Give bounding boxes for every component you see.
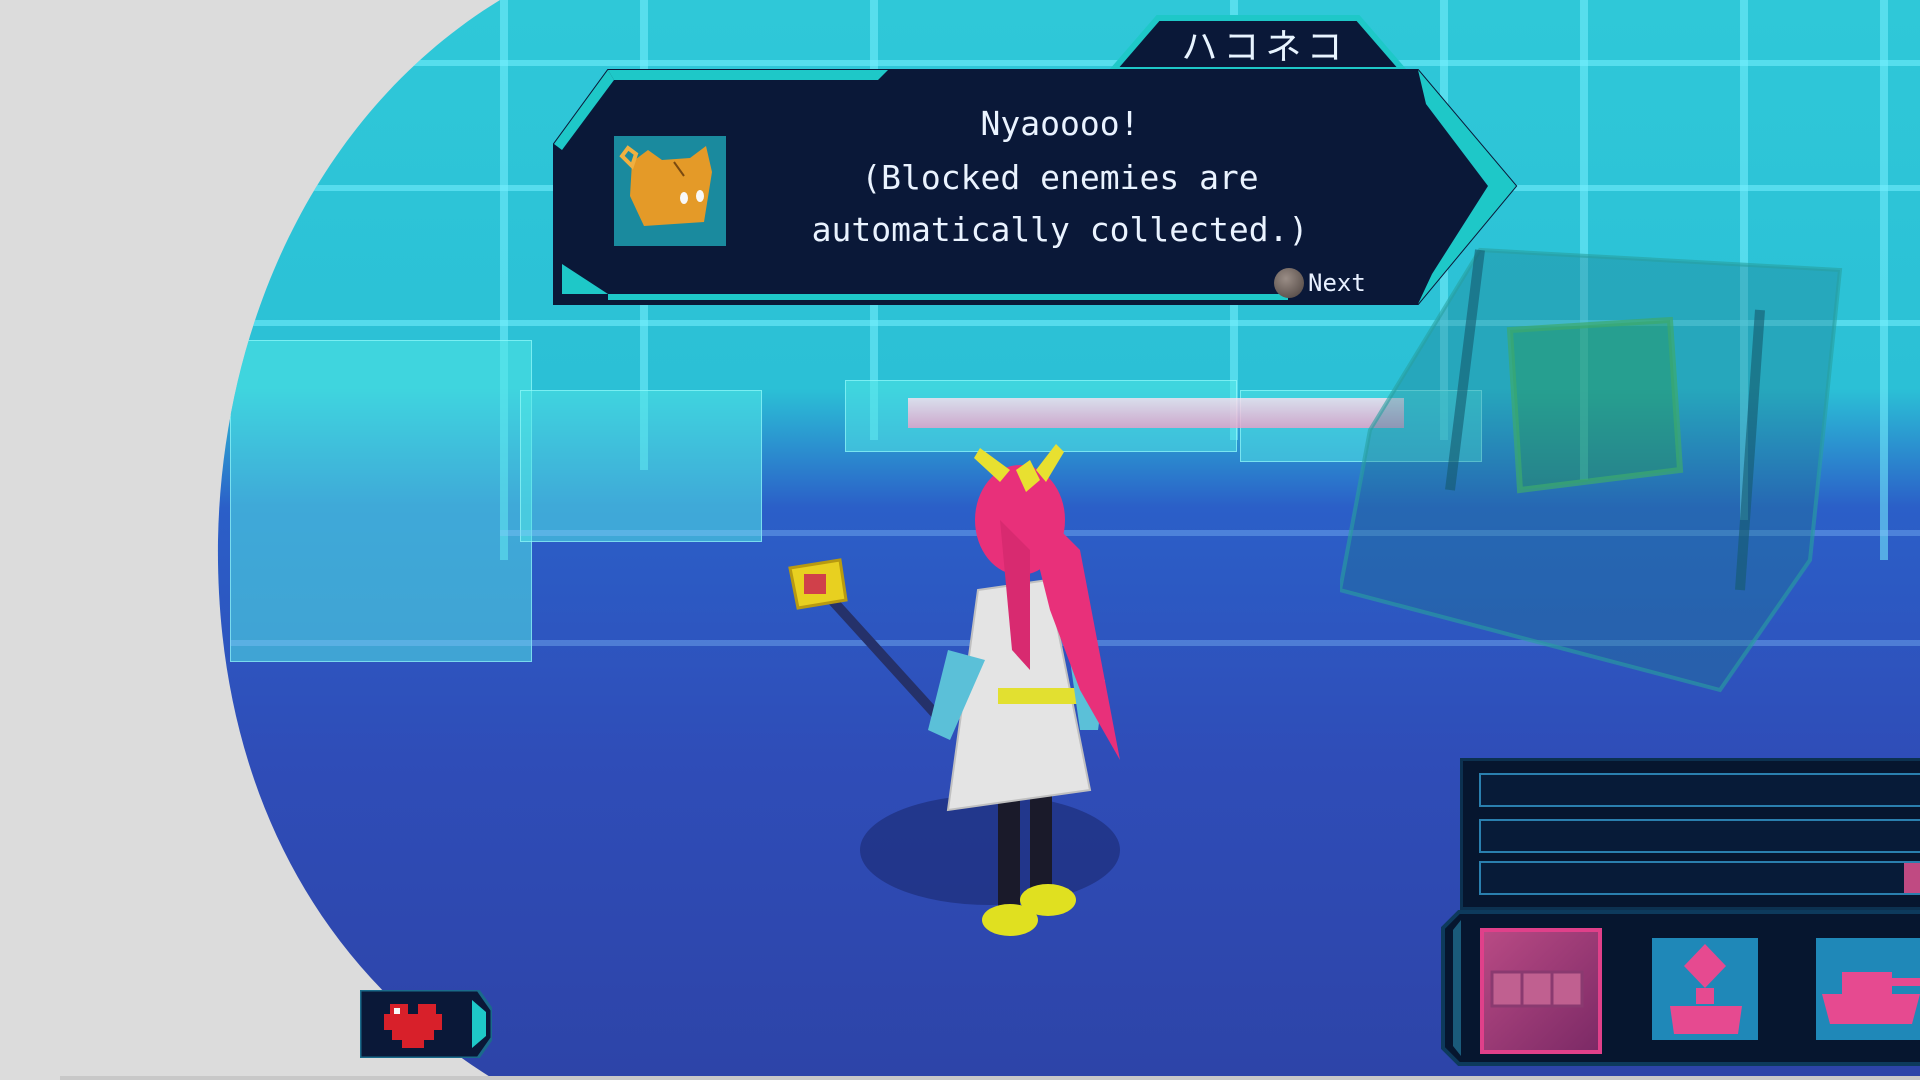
diamond-turret-icon [1670, 944, 1742, 1034]
cat-box-icon [614, 136, 726, 246]
dialog-line-1: Nyaoooo! [980, 104, 1140, 143]
confirm-button-icon [1274, 268, 1304, 298]
speaker-name: ハコネコ [1181, 27, 1349, 68]
tank-slot[interactable] [1816, 938, 1920, 1040]
wall-block [520, 390, 762, 542]
wall-grid-line [1880, 0, 1888, 560]
turret-slot[interactable] [1652, 938, 1758, 1040]
floating-platform [908, 398, 1404, 428]
health-indicator [360, 990, 492, 1058]
next-label: Next [1308, 269, 1366, 297]
dialog-line-3: automatically collected.) [811, 210, 1309, 249]
status-bar-3-fill [1904, 863, 1920, 893]
wall-block [230, 340, 532, 662]
status-bar-3 [1479, 861, 1920, 895]
status-bar-2 [1479, 819, 1920, 853]
block-stack-icon [1490, 970, 1584, 1008]
block-slot[interactable] [1480, 928, 1602, 1054]
dialog-line-2: (Blocked enemies are [861, 158, 1259, 197]
tank-icon [1822, 972, 1920, 1024]
screen-bottom-edge [60, 1076, 1920, 1080]
player-character [780, 430, 1160, 990]
status-bars-panel [1460, 758, 1920, 910]
status-bar-1 [1479, 773, 1920, 807]
next-button[interactable]: Next [1274, 268, 1366, 298]
